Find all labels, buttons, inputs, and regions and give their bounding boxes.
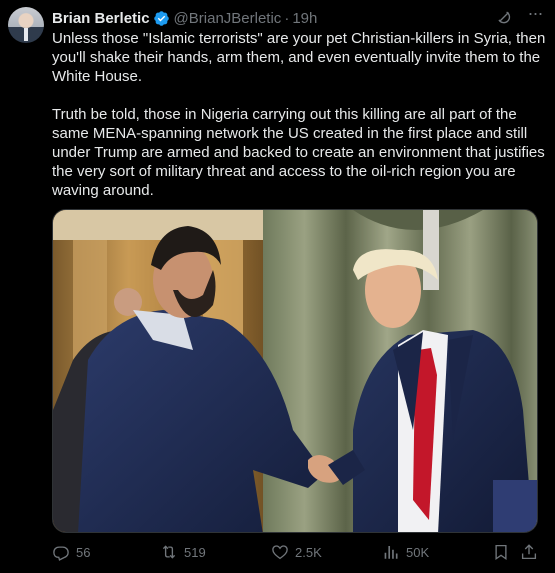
action-bar: 56 519 2.5K 50K [52, 541, 540, 563]
reply-icon [53, 546, 69, 561]
views-count: 50K [406, 544, 430, 560]
photo-handshake [53, 210, 537, 532]
like-button[interactable]: 2.5K [271, 541, 322, 563]
handle[interactable]: @BrianJBerletic [174, 10, 282, 27]
verified-badge-icon [153, 10, 169, 26]
grok-icon[interactable] [495, 8, 513, 26]
reply-count: 56 [76, 544, 91, 560]
repost-button[interactable]: 519 [160, 541, 206, 563]
more-icon[interactable]: ··· [524, 4, 546, 28]
reply-button[interactable]: 56 [52, 541, 90, 563]
separator-dot: · [284, 9, 290, 27]
repost-count: 519 [184, 544, 206, 560]
post-image[interactable] [52, 209, 538, 533]
share-icon [521, 544, 537, 560]
post[interactable]: Brian Berletic @BrianJBerletic · 19h ···… [0, 0, 555, 573]
views-button[interactable]: 50K [382, 541, 429, 563]
post-text: Unless those "Islamic terrorists" are yo… [52, 29, 547, 200]
avatar[interactable] [8, 7, 44, 43]
post-paragraph-1: Unless those "Islamic terrorists" are yo… [52, 30, 546, 85]
bookmark-icon [495, 544, 507, 561]
like-icon [272, 545, 288, 560]
display-name[interactable]: Brian Berletic [52, 10, 150, 27]
like-count: 2.5K [295, 544, 322, 560]
views-icon [384, 546, 398, 559]
share-button[interactable] [520, 541, 538, 563]
post-paragraph-2: Truth be told, those in Nigeria carrying… [52, 106, 545, 199]
repost-icon [162, 545, 176, 559]
bookmark-button[interactable] [492, 541, 510, 563]
timestamp[interactable]: 19h [292, 10, 317, 27]
post-header: Brian Berletic @BrianJBerletic · 19h [52, 8, 317, 28]
